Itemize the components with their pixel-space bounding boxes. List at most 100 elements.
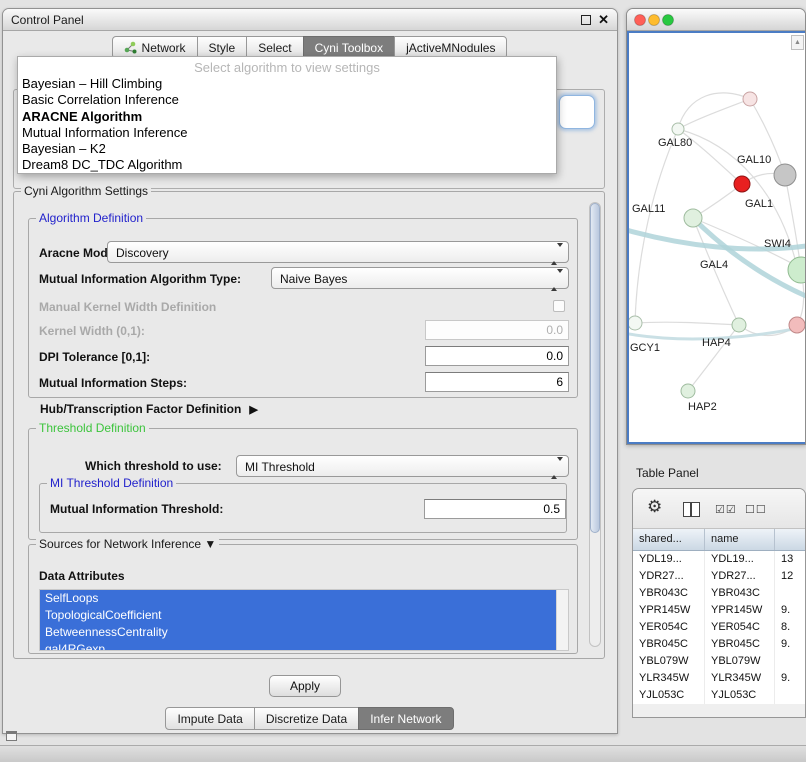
- data-attributes-list: SelfLoops TopologicalCoefficient Between…: [39, 589, 569, 651]
- cell: YBL079W: [633, 653, 705, 670]
- canvas-scrollbar-up-arrow[interactable]: ▲: [791, 35, 804, 50]
- combo-arrows-icon: [551, 273, 563, 287]
- combo-arrows-icon: [551, 461, 563, 475]
- menu-item-bayesian-k2[interactable]: Bayesian – K2: [18, 141, 556, 157]
- aracne-mode-select[interactable]: Discovery: [107, 241, 569, 263]
- node-pink-pale[interactable]: [743, 92, 757, 106]
- traffic-lights: [627, 9, 679, 31]
- which-threshold-label: Which threshold to use:: [85, 459, 222, 473]
- network-view-window: GAL80 GAL10 GAL11 GAL1 SWI4 GAL4 GCY1 HA…: [626, 8, 806, 445]
- gear-icon[interactable]: ⚙: [647, 497, 662, 517]
- close-icon[interactable]: ✕: [598, 12, 609, 28]
- deselect-all-icon[interactable]: ☐☐: [745, 503, 767, 516]
- mi-threshold-input[interactable]: [424, 499, 566, 519]
- settings-scrollbar[interactable]: [589, 202, 601, 647]
- node-hap4[interactable]: [732, 318, 746, 332]
- dpi-tolerance-input[interactable]: [425, 346, 569, 366]
- cell: 9.: [775, 636, 805, 653]
- minimize-traffic-light[interactable]: [649, 15, 660, 26]
- selected-value: Discovery: [116, 246, 169, 260]
- manual-kernel-label: Manual Kernel Width Definition: [39, 300, 216, 314]
- node-label: SWI4: [764, 238, 791, 250]
- cell: YBR043C: [633, 585, 705, 602]
- cell: YPR145W: [633, 602, 705, 619]
- list-item-gal4rgexp[interactable]: gal4RGexp: [40, 641, 556, 651]
- node-gal80[interactable]: [672, 123, 684, 135]
- restore-icon[interactable]: [581, 15, 591, 25]
- table-row[interactable]: YDL19...YDL19...13: [633, 551, 805, 568]
- table-row[interactable]: YER054CYER054C8.: [633, 619, 805, 636]
- tab-infer-network[interactable]: Infer Network: [358, 707, 453, 730]
- cell: YLR345W: [633, 670, 705, 687]
- algorithm-definition-group: Algorithm Definition Aracne Mode: Discov…: [28, 218, 578, 398]
- settings-group-title: Cyni Algorithm Settings: [21, 184, 151, 198]
- node-gcy1[interactable]: [629, 316, 642, 330]
- tab-impute-data[interactable]: Impute Data: [165, 707, 254, 730]
- threshold-definition-group: Threshold Definition Which threshold to …: [28, 428, 578, 540]
- node-hap2[interactable]: [681, 384, 695, 398]
- node-gal10-selected[interactable]: [734, 176, 750, 192]
- menu-item-mutual-information[interactable]: Mutual Information Inference: [18, 125, 556, 141]
- cell: YBR045C: [705, 636, 775, 653]
- control-panel-titlebar: Control Panel ✕: [3, 9, 617, 31]
- cell: YDR27...: [633, 568, 705, 585]
- network-canvas[interactable]: GAL80 GAL10 GAL11 GAL1 SWI4 GAL4 GCY1 HA…: [627, 31, 805, 444]
- node-swi4[interactable]: [788, 257, 806, 283]
- hub-transcription-factor-toggle[interactable]: Hub/Transcription Factor Definition▶: [40, 402, 258, 416]
- table-header-row: shared... name: [633, 529, 805, 551]
- select-all-icon[interactable]: ☑☑: [715, 503, 737, 516]
- algorithm-dropdown-menu: Select algorithm to view settings Bayesi…: [17, 56, 557, 174]
- node-label: GCY1: [630, 342, 660, 354]
- collapsed-panel-icon[interactable]: [6, 731, 17, 741]
- node-gal1[interactable]: [684, 209, 702, 227]
- dpi-tolerance-label: DPI Tolerance [0,1]:: [39, 350, 150, 364]
- tab-discretize-data[interactable]: Discretize Data: [254, 707, 359, 730]
- tab-label: Infer Network: [370, 712, 441, 726]
- list-item-selfloops[interactable]: SelfLoops: [40, 590, 556, 607]
- node-pink[interactable]: [789, 317, 805, 333]
- table-row[interactable]: YJL053CYJL053C: [633, 687, 805, 704]
- table-panel-title: Table Panel: [636, 466, 699, 480]
- list-item-betweennesscentrality[interactable]: BetweennessCentrality: [40, 624, 556, 641]
- cell: [775, 585, 805, 602]
- menu-item-dream8[interactable]: Dream8 DC_TDC Algorithm: [18, 157, 556, 173]
- list-item-topologicalcoefficient[interactable]: TopologicalCoefficient: [40, 607, 556, 624]
- table-row[interactable]: YDR27...YDR27...12: [633, 568, 805, 585]
- column-header-name[interactable]: name: [705, 529, 775, 550]
- node-gray[interactable]: [774, 164, 796, 186]
- table-row[interactable]: YLR345WYLR345W9.: [633, 670, 805, 687]
- network-icon: [124, 41, 137, 54]
- tab-label: Impute Data: [177, 712, 242, 726]
- node-label: GAL11: [632, 203, 665, 215]
- menu-item-bayesian-hill-climbing[interactable]: Bayesian – Hill Climbing: [18, 76, 556, 92]
- columns-icon[interactable]: [683, 502, 700, 517]
- table-row[interactable]: YBL079WYBL079W: [633, 653, 805, 670]
- manual-kernel-checkbox: [553, 300, 565, 312]
- threshold-definition-title: Threshold Definition: [36, 421, 149, 435]
- list-scrollbar[interactable]: [556, 590, 568, 650]
- cell: 13: [775, 551, 805, 568]
- which-threshold-select[interactable]: MI Threshold: [236, 455, 569, 477]
- table-row[interactable]: YPR145WYPR145W9.: [633, 602, 805, 619]
- algorithm-selector-button[interactable]: [559, 95, 595, 129]
- zoom-traffic-light[interactable]: [663, 15, 674, 26]
- table-toolbar: ⚙ ☑☑ ☐☐: [633, 489, 805, 529]
- menu-item-aracne[interactable]: ARACNE Algorithm: [18, 109, 556, 125]
- mi-steps-input[interactable]: [425, 372, 569, 392]
- table-row[interactable]: YBR043CYBR043C: [633, 585, 805, 602]
- table-row[interactable]: YBR045CYBR045C9.: [633, 636, 805, 653]
- tab-label: Discretize Data: [266, 712, 347, 726]
- menu-item-basic-correlation[interactable]: Basic Correlation Inference: [18, 92, 556, 108]
- cell: 9.: [775, 602, 805, 619]
- node-label: GAL10: [737, 154, 771, 166]
- node-label: HAP4: [702, 337, 731, 349]
- scrollbar-thumb[interactable]: [590, 203, 600, 533]
- table-body: YDL19...YDL19...13 YDR27...YDR27...12 YB…: [633, 551, 805, 704]
- expanded-arrow-icon[interactable]: ▼: [204, 537, 216, 551]
- cell: YDR27...: [705, 568, 775, 585]
- column-header-extra[interactable]: [775, 529, 805, 550]
- apply-button[interactable]: Apply: [269, 675, 341, 697]
- column-header-shared-name[interactable]: shared...: [633, 529, 705, 550]
- close-traffic-light[interactable]: [635, 15, 646, 26]
- mi-algorithm-type-select[interactable]: Naive Bayes: [271, 267, 569, 289]
